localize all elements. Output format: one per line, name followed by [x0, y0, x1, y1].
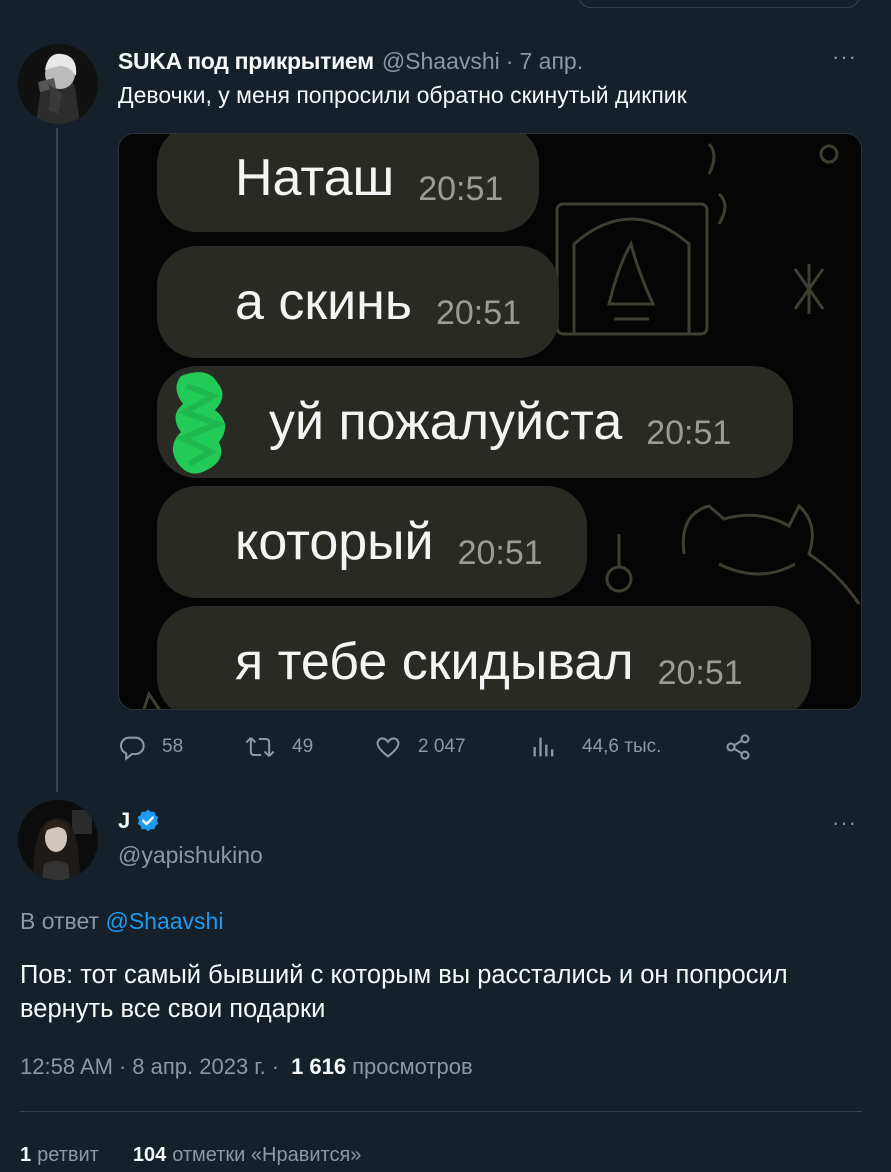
separator: ·	[118, 1054, 127, 1079]
tweet-time[interactable]: 12:58 AM	[20, 1054, 113, 1080]
avatar-image	[18, 800, 98, 880]
tweet-header: SUKA под прикрытием @Shaavshi · 7 апр.	[118, 46, 583, 76]
views-count: 44,6 тыс.	[582, 736, 662, 757]
reply-mention-link[interactable]: @Shaavshi	[105, 908, 223, 934]
chat-message-time: 20:51	[435, 293, 522, 332]
more-dots-icon[interactable]: ···	[832, 812, 857, 834]
chat-bubble: уй пожалуйста 20:51	[157, 366, 793, 478]
author-name-row: J	[118, 808, 161, 834]
chat-message-text: Наташ	[235, 149, 395, 207]
verified-badge-icon[interactable]	[135, 808, 161, 834]
retweet-label: ретвит	[37, 1144, 99, 1166]
like-label: отметки «Нравится»	[172, 1144, 362, 1166]
reply-count: 58	[162, 736, 184, 757]
retweet-button[interactable]: 49	[244, 730, 313, 764]
chat-message-time: 20:51	[657, 653, 743, 692]
divider	[20, 1111, 862, 1112]
views-count: 1 616	[291, 1054, 347, 1079]
reply-button[interactable]: 58	[118, 730, 183, 764]
reply-icon	[119, 736, 145, 761]
views-button[interactable]: 44,6 тыс.	[530, 730, 661, 764]
chat-message-text: который	[235, 513, 434, 571]
retweet-stat[interactable]: 1 ретвит	[20, 1144, 99, 1167]
retweet-count: 49	[292, 736, 314, 757]
chat-message-text: а скинь	[235, 273, 412, 331]
tweet-media-image[interactable]: Наташ 20:51 а скинь 20:51 уй пожалуйста …	[118, 133, 862, 710]
chat-message-time: 20:51	[418, 169, 504, 208]
author-handle[interactable]: @yapishukino	[118, 842, 263, 869]
share-button[interactable]	[724, 730, 768, 764]
chat-bubble: Наташ 20:51	[157, 134, 539, 232]
avatar[interactable]	[18, 44, 98, 124]
views-bar-icon	[533, 737, 554, 757]
retweet-count: 1	[20, 1144, 32, 1166]
chat-message-text: я тебе скидывал	[235, 633, 634, 691]
more-dots-icon[interactable]: ···	[832, 46, 857, 68]
author-name[interactable]: J	[118, 808, 130, 834]
share-icon	[726, 734, 750, 760]
views-label: просмотров	[352, 1054, 473, 1079]
chat-bubble: я тебе скидывал 20:51	[157, 606, 811, 709]
tweet-meta: 12:58 AM · 8 апр. 2023 г. · 1 616 просмо…	[20, 1054, 473, 1080]
like-count: 104	[132, 1144, 167, 1166]
chat-message-time: 20:51	[457, 533, 543, 572]
tweet-date[interactable]: 8 апр. 2023 г.	[132, 1054, 265, 1080]
separator: ·	[271, 1054, 280, 1079]
like-stat[interactable]: 104 отметки «Нравится»	[133, 1144, 362, 1167]
reply-context: В ответ @Shaavshi	[20, 908, 223, 935]
chat-message-text: уй пожалуйста	[269, 393, 623, 451]
tweet-text: Девочки, у меня попросили обратно скинут…	[118, 82, 687, 108]
thread-connector-line	[56, 128, 58, 792]
retweet-icon	[245, 737, 275, 757]
chat-bubble: а скинь 20:51	[157, 246, 559, 358]
author-handle[interactable]: @Shaavshi	[382, 48, 500, 75]
avatar-image	[18, 44, 98, 124]
tweet-action-bar: 58 49 2 047 44,6 тыс.	[118, 730, 862, 764]
top-pill-button[interactable]	[578, 0, 860, 8]
like-count: 2 047	[418, 736, 466, 757]
like-button[interactable]: 2 047	[374, 730, 466, 764]
author-name[interactable]: SUKA под прикрытием	[118, 48, 374, 75]
avatar[interactable]	[18, 800, 98, 880]
engagement-stats: 1 ретвит 104 отметки «Нравится»	[20, 1144, 361, 1167]
green-scribble-censor	[172, 372, 226, 474]
heart-icon	[376, 737, 400, 758]
chat-bubble: который 20:51	[157, 486, 587, 598]
reply-prefix: В ответ	[20, 908, 100, 934]
tweet-date[interactable]: 7 апр.	[519, 48, 583, 75]
separator: ·	[505, 47, 514, 74]
chat-message-time: 20:51	[646, 413, 732, 452]
tweet-text: Пов: тот самый бывший с которым вы расст…	[20, 961, 788, 1023]
